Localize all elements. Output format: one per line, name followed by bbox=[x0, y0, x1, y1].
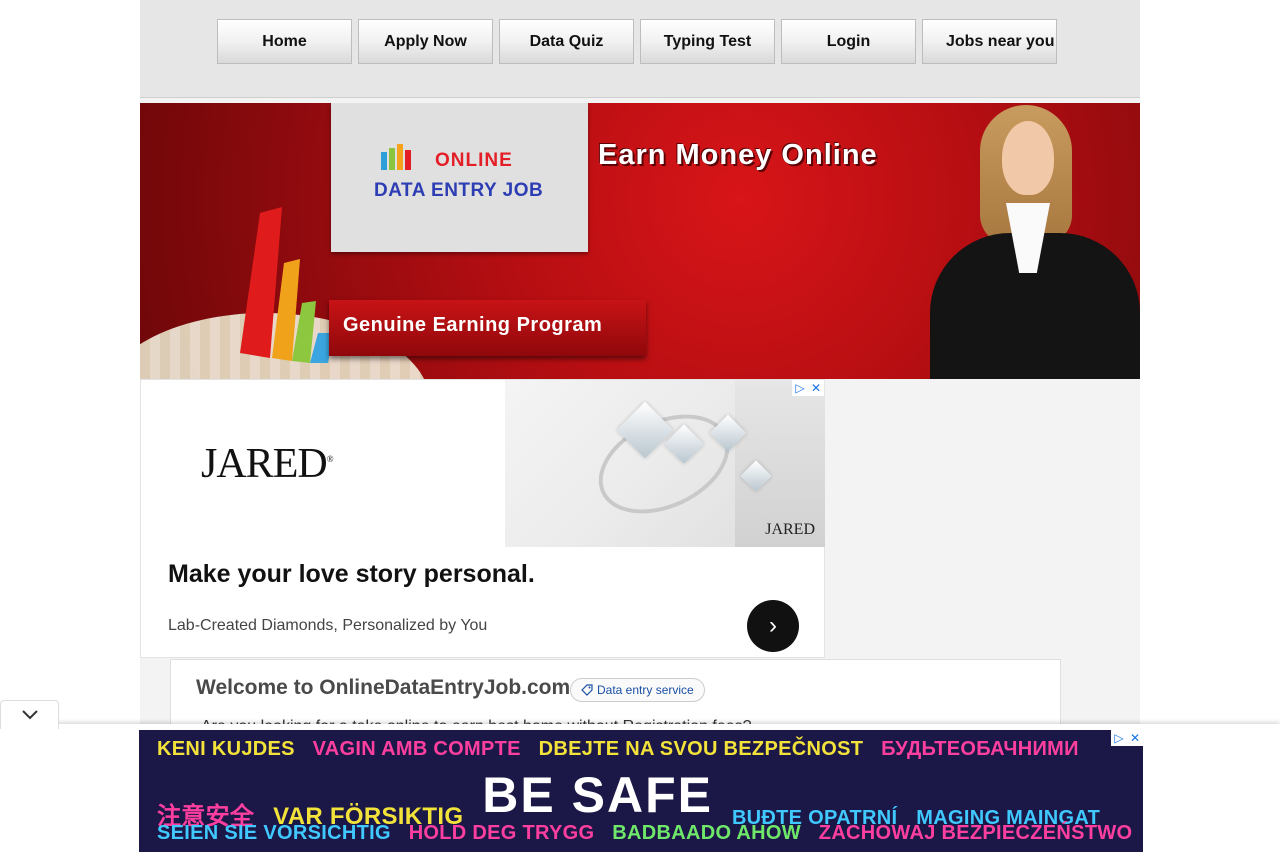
banner-ribbon: Genuine Earning Program bbox=[329, 300, 646, 356]
sticky-bottom-ad-bar: KENI KUJDES VAGIN AMB COMPTE DBEJTE NA S… bbox=[0, 724, 1280, 853]
be-safe-ad[interactable]: KENI KUJDES VAGIN AMB COMPTE DBEJTE NA S… bbox=[139, 730, 1143, 852]
logo-text-data-entry-job: DATA ENTRY JOB bbox=[374, 180, 544, 201]
nav-login-button[interactable]: Login bbox=[781, 19, 916, 64]
nav-apply-now-button[interactable]: Apply Now bbox=[358, 19, 493, 64]
nav-home-button[interactable]: Home bbox=[217, 19, 352, 64]
ad-product-image[interactable]: JARED bbox=[505, 380, 825, 547]
welcome-title: Welcome to OnlineDataEntryJob.com bbox=[196, 676, 571, 699]
ad-row-3: SEIEN SIE VORSICHTIG HOLD DEG TRYGG BADB… bbox=[157, 822, 1133, 844]
ad-controls: ▷ ✕ bbox=[792, 380, 824, 396]
top-nav: Home Apply Now Data Quiz Typing Test Log… bbox=[217, 19, 1057, 64]
chevron-down-icon bbox=[21, 710, 38, 720]
nav-data-quiz-button[interactable]: Data Quiz bbox=[499, 19, 634, 64]
banner-ribbon-text: Genuine Earning Program bbox=[343, 314, 603, 336]
banner-woman-illustration bbox=[930, 103, 1140, 379]
adchoices-icon[interactable]: ▷ bbox=[1111, 730, 1127, 746]
hero-banner: ONLINE DATA ENTRY JOB Earn Money Online … bbox=[140, 103, 1140, 379]
ad-next-arrow-button[interactable]: › bbox=[747, 600, 799, 652]
nav-area: Home Apply Now Data Quiz Typing Test Log… bbox=[140, 0, 1140, 98]
nav-jobs-near-you-button[interactable]: Jobs near you bbox=[922, 19, 1057, 64]
ad-close-icon[interactable]: ✕ bbox=[808, 380, 824, 396]
bottom-ad-controls: ▷ ✕ bbox=[1111, 730, 1143, 746]
logo-bars-icon bbox=[381, 144, 411, 170]
nav-typing-test-button[interactable]: Typing Test bbox=[640, 19, 775, 64]
banner-headline: Earn Money Online bbox=[598, 139, 878, 171]
chevron-right-icon: › bbox=[769, 612, 777, 639]
ad-subtext[interactable]: Lab-Created Diamonds, Personalized by Yo… bbox=[168, 617, 487, 635]
ad-brand-logo: JARED® bbox=[201, 441, 334, 487]
display-ad[interactable]: JARED® JARED ▷ ✕ Make your love story pe… bbox=[140, 379, 825, 658]
adchoices-icon[interactable]: ▷ bbox=[792, 380, 808, 396]
be-safe-headline: BE SAFE bbox=[482, 767, 713, 823]
tag-icon bbox=[581, 684, 593, 696]
ad-image-brand: JARED bbox=[765, 521, 815, 538]
site-logo[interactable]: ONLINE DATA ENTRY JOB bbox=[331, 103, 588, 252]
ad-row-1: KENI KUJDES VAGIN AMB COMPTE DBEJTE NA S… bbox=[157, 738, 1079, 760]
collapse-ad-button[interactable] bbox=[0, 700, 59, 729]
tag-data-entry-service[interactable]: Data entry service bbox=[570, 678, 705, 702]
logo-text-online: ONLINE bbox=[435, 150, 513, 171]
ad-close-icon[interactable]: ✕ bbox=[1127, 730, 1143, 746]
ad-headline[interactable]: Make your love story personal. bbox=[168, 560, 535, 589]
